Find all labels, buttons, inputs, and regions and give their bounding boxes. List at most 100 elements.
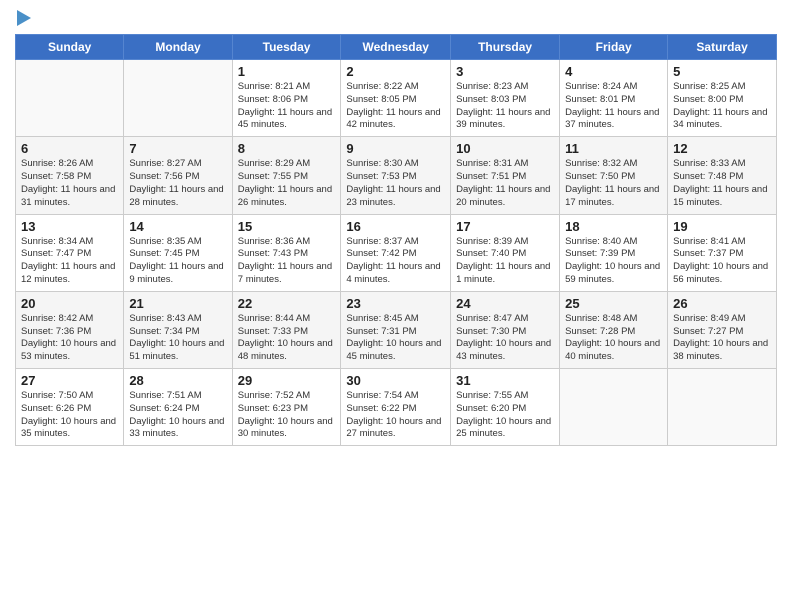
weekday-header: Monday [124, 35, 232, 60]
day-info: Sunrise: 8:41 AM Sunset: 7:37 PM Dayligh… [673, 236, 771, 287]
day-info: Sunrise: 7:52 AM Sunset: 6:23 PM Dayligh… [238, 390, 336, 441]
weekday-header: Tuesday [232, 35, 341, 60]
day-number: 10 [456, 141, 554, 156]
calendar-cell: 21Sunrise: 8:43 AM Sunset: 7:34 PM Dayli… [124, 291, 232, 368]
day-info: Sunrise: 8:44 AM Sunset: 7:33 PM Dayligh… [238, 313, 336, 364]
day-info: Sunrise: 8:36 AM Sunset: 7:43 PM Dayligh… [238, 236, 336, 287]
day-number: 9 [346, 141, 445, 156]
calendar-week-row: 13 Sunrise: 8:34 AM Sunset: 7:47 PM Dayli… [16, 214, 777, 291]
day-number: 13 [21, 219, 118, 234]
calendar-cell: 18 Sunrise: 8:40 AM Sunset: 7:39 PM Dayli… [560, 214, 668, 291]
calendar-cell: 15Sunrise: 8:36 AM Sunset: 7:43 PM Dayli… [232, 214, 341, 291]
day-number: 22 [238, 296, 336, 311]
calendar-cell: 22 Sunrise: 8:44 AM Sunset: 7:33 PM Dayli… [232, 291, 341, 368]
day-info: Sunrise: 8:27 AM Sunset: 7:56 PM Dayligh… [129, 158, 226, 209]
calendar-cell: 17 Sunrise: 8:39 AM Sunset: 7:40 PM Dayli… [451, 214, 560, 291]
day-number: 27 [21, 373, 118, 388]
day-number: 8 [238, 141, 336, 156]
day-number: 16 [346, 219, 445, 234]
calendar-body: 1 Sunrise: 8:21 AM Sunset: 8:06 PM Daylig… [16, 60, 777, 446]
day-number: 23 [346, 296, 445, 311]
calendar-cell: 23Sunrise: 8:45 AM Sunset: 7:31 PM Dayli… [341, 291, 451, 368]
day-number: 26 [673, 296, 771, 311]
day-number: 5 [673, 64, 771, 79]
day-number: 11 [565, 141, 662, 156]
calendar-cell: 29 Sunrise: 7:52 AM Sunset: 6:23 PM Dayli… [232, 369, 341, 446]
day-info: Sunrise: 8:39 AM Sunset: 7:40 PM Dayligh… [456, 236, 554, 287]
day-number: 17 [456, 219, 554, 234]
day-number: 2 [346, 64, 445, 79]
calendar-cell: 5 Sunrise: 8:25 AM Sunset: 8:00 PM Daylig… [668, 60, 777, 137]
weekday-header: Saturday [668, 35, 777, 60]
day-number: 21 [129, 296, 226, 311]
calendar-cell: 4 Sunrise: 8:24 AM Sunset: 8:01 PM Daylig… [560, 60, 668, 137]
day-info: Sunrise: 8:25 AM Sunset: 8:00 PM Dayligh… [673, 81, 771, 132]
day-info: Sunrise: 7:50 AM Sunset: 6:26 PM Dayligh… [21, 390, 118, 441]
calendar-cell: 3 Sunrise: 8:23 AM Sunset: 8:03 PM Daylig… [451, 60, 560, 137]
day-info: Sunrise: 7:55 AM Sunset: 6:20 PM Dayligh… [456, 390, 554, 441]
page: SundayMondayTuesdayWednesdayThursdayFrid… [0, 0, 792, 612]
header [15, 10, 777, 26]
calendar-week-row: 6 Sunrise: 8:26 AM Sunset: 7:58 PM Daylig… [16, 137, 777, 214]
calendar-cell: 27 Sunrise: 7:50 AM Sunset: 6:26 PM Dayli… [16, 369, 124, 446]
day-info: Sunrise: 8:37 AM Sunset: 7:42 PM Dayligh… [346, 236, 445, 287]
day-number: 24 [456, 296, 554, 311]
day-info: Sunrise: 8:42 AM Sunset: 7:36 PM Dayligh… [21, 313, 118, 364]
day-number: 14 [129, 219, 226, 234]
calendar-cell: 10 Sunrise: 8:31 AM Sunset: 7:51 PM Dayli… [451, 137, 560, 214]
day-number: 18 [565, 219, 662, 234]
day-info: Sunrise: 8:22 AM Sunset: 8:05 PM Dayligh… [346, 81, 445, 132]
day-info: Sunrise: 8:49 AM Sunset: 7:27 PM Dayligh… [673, 313, 771, 364]
calendar-cell: 16 Sunrise: 8:37 AM Sunset: 7:42 PM Dayli… [341, 214, 451, 291]
calendar-cell: 31 Sunrise: 7:55 AM Sunset: 6:20 PM Dayli… [451, 369, 560, 446]
day-number: 7 [129, 141, 226, 156]
day-info: Sunrise: 8:31 AM Sunset: 7:51 PM Dayligh… [456, 158, 554, 209]
calendar-cell: 6 Sunrise: 8:26 AM Sunset: 7:58 PM Daylig… [16, 137, 124, 214]
day-number: 19 [673, 219, 771, 234]
calendar-cell [16, 60, 124, 137]
day-number: 3 [456, 64, 554, 79]
day-info: Sunrise: 7:54 AM Sunset: 6:22 PM Dayligh… [346, 390, 445, 441]
day-info: Sunrise: 8:30 AM Sunset: 7:53 PM Dayligh… [346, 158, 445, 209]
day-number: 30 [346, 373, 445, 388]
calendar-cell: 19 Sunrise: 8:41 AM Sunset: 7:37 PM Dayli… [668, 214, 777, 291]
calendar-week-row: 27 Sunrise: 7:50 AM Sunset: 6:26 PM Dayli… [16, 369, 777, 446]
weekday-header: Wednesday [341, 35, 451, 60]
day-info: Sunrise: 8:24 AM Sunset: 8:01 PM Dayligh… [565, 81, 662, 132]
day-number: 31 [456, 373, 554, 388]
day-number: 20 [21, 296, 118, 311]
day-number: 28 [129, 373, 226, 388]
day-number: 4 [565, 64, 662, 79]
day-info: Sunrise: 8:21 AM Sunset: 8:06 PM Dayligh… [238, 81, 336, 132]
day-info: Sunrise: 8:47 AM Sunset: 7:30 PM Dayligh… [456, 313, 554, 364]
calendar-week-row: 1 Sunrise: 8:21 AM Sunset: 8:06 PM Daylig… [16, 60, 777, 137]
day-number: 12 [673, 141, 771, 156]
calendar-cell: 28Sunrise: 7:51 AM Sunset: 6:24 PM Dayli… [124, 369, 232, 446]
calendar-table: SundayMondayTuesdayWednesdayThursdayFrid… [15, 34, 777, 446]
calendar-cell [560, 369, 668, 446]
calendar-header-row: SundayMondayTuesdayWednesdayThursdayFrid… [16, 35, 777, 60]
calendar-cell: 20 Sunrise: 8:42 AM Sunset: 7:36 PM Dayli… [16, 291, 124, 368]
calendar-cell: 12Sunrise: 8:33 AM Sunset: 7:48 PM Dayli… [668, 137, 777, 214]
day-info: Sunrise: 8:35 AM Sunset: 7:45 PM Dayligh… [129, 236, 226, 287]
calendar-cell: 11Sunrise: 8:32 AM Sunset: 7:50 PM Dayli… [560, 137, 668, 214]
day-info: Sunrise: 8:26 AM Sunset: 7:58 PM Dayligh… [21, 158, 118, 209]
calendar-cell: 14 Sunrise: 8:35 AM Sunset: 7:45 PM Dayli… [124, 214, 232, 291]
weekday-header: Thursday [451, 35, 560, 60]
logo-arrow-icon [17, 10, 31, 26]
day-info: Sunrise: 8:40 AM Sunset: 7:39 PM Dayligh… [565, 236, 662, 287]
logo [15, 10, 31, 26]
weekday-header: Sunday [16, 35, 124, 60]
day-number: 6 [21, 141, 118, 156]
logo-line1 [15, 10, 31, 26]
calendar-cell [668, 369, 777, 446]
calendar-cell: 9 Sunrise: 8:30 AM Sunset: 7:53 PM Daylig… [341, 137, 451, 214]
day-info: Sunrise: 8:48 AM Sunset: 7:28 PM Dayligh… [565, 313, 662, 364]
calendar-cell: 8Sunrise: 8:29 AM Sunset: 7:55 PM Daylig… [232, 137, 341, 214]
calendar-cell: 25Sunrise: 8:48 AM Sunset: 7:28 PM Dayli… [560, 291, 668, 368]
calendar-cell: 2 Sunrise: 8:22 AM Sunset: 8:05 PM Daylig… [341, 60, 451, 137]
day-info: Sunrise: 8:23 AM Sunset: 8:03 PM Dayligh… [456, 81, 554, 132]
day-info: Sunrise: 8:34 AM Sunset: 7:47 PM Dayligh… [21, 236, 118, 287]
day-number: 1 [238, 64, 336, 79]
day-number: 29 [238, 373, 336, 388]
